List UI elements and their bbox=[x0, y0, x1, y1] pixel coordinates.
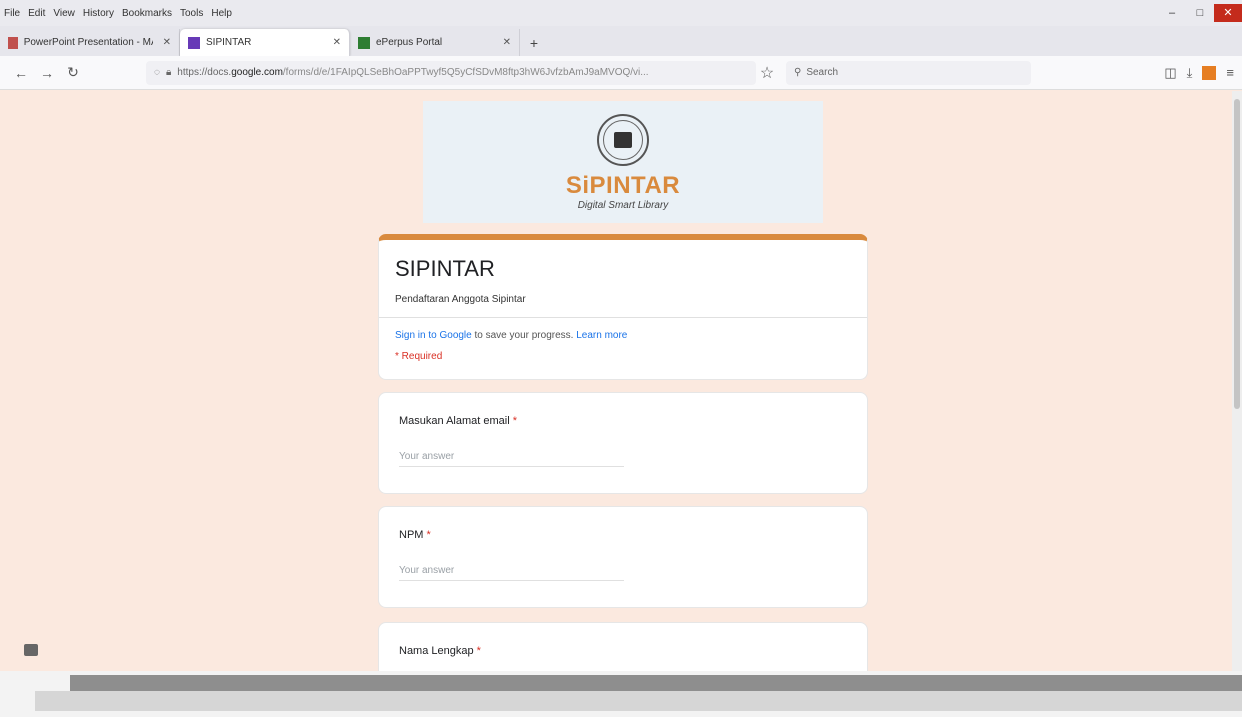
url-prefix: https://docs. bbox=[177, 67, 232, 78]
question-label: NPM * bbox=[379, 507, 867, 541]
menu-view[interactable]: View bbox=[53, 8, 75, 19]
library-seal-icon bbox=[597, 113, 649, 166]
required-star: * bbox=[426, 529, 431, 541]
taskbar-area bbox=[0, 671, 1242, 717]
menu-bookmarks[interactable]: Bookmarks bbox=[122, 8, 172, 19]
pocket-icon[interactable]: ◫ bbox=[1164, 65, 1176, 81]
scrollbar-thumb[interactable] bbox=[1234, 99, 1240, 409]
tab-eperpus[interactable]: ePerpus Portal ✕ bbox=[350, 29, 520, 56]
brand-tagline: Digital Smart Library bbox=[577, 199, 669, 211]
email-input[interactable]: Your answer bbox=[399, 451, 624, 467]
search-icon: ⚲ bbox=[794, 67, 802, 78]
close-tab-icon[interactable]: ✕ bbox=[493, 37, 511, 48]
form-header-card: SIPINTAR Pendaftaran Anggota Sipintar Si… bbox=[378, 234, 868, 380]
menu-file[interactable]: File bbox=[4, 8, 20, 19]
question-text: NPM bbox=[399, 529, 424, 541]
minimize-icon[interactable]: – bbox=[1158, 7, 1186, 19]
signin-text: to save your progress. bbox=[471, 330, 574, 341]
page-content: SiPINTAR Digital Smart Library SIPINTAR … bbox=[0, 91, 1232, 671]
tab-bar: PowerPoint Presentation - MAKALA ✕ SIPIN… bbox=[0, 26, 1242, 56]
taskbar-shadow bbox=[35, 691, 1242, 711]
menu-bar: File Edit View History Bookmarks Tools H… bbox=[0, 0, 1242, 26]
browser-window: File Edit View History Bookmarks Tools H… bbox=[0, 0, 1242, 717]
question-label: Nama Lengkap * bbox=[379, 623, 867, 657]
search-placeholder: Search bbox=[806, 67, 839, 78]
download-icon[interactable]: ⤓ bbox=[1187, 65, 1193, 81]
tab-label: PowerPoint Presentation - MAKALA bbox=[23, 37, 153, 48]
taskbar bbox=[70, 675, 1242, 691]
forward-icon[interactable]: → bbox=[34, 60, 60, 86]
menu-hamburger-icon[interactable]: ≡ bbox=[1226, 65, 1234, 80]
question-card-npm: NPM * Your answer bbox=[378, 506, 868, 608]
tab-sipintar[interactable]: SIPINTAR ✕ bbox=[180, 29, 350, 56]
signin-link[interactable]: Sign in to Google bbox=[395, 330, 472, 341]
form-banner: SiPINTAR Digital Smart Library bbox=[378, 101, 868, 225]
eperpus-icon bbox=[358, 36, 370, 49]
extension-icon[interactable] bbox=[1202, 65, 1217, 80]
banner-image: SiPINTAR Digital Smart Library bbox=[423, 101, 823, 223]
google-forms-icon bbox=[188, 36, 200, 49]
shield-icon[interactable]: ◌ bbox=[154, 67, 160, 78]
learn-more-link[interactable]: Learn more bbox=[576, 330, 627, 341]
question-card-nama: Nama Lengkap * bbox=[378, 622, 868, 671]
address-bar[interactable]: ◌ 🔒︎ https://docs. google.com /forms/d/e… bbox=[146, 60, 756, 85]
url-domain: google.com bbox=[231, 67, 283, 78]
question-label: Masukan Alamat email * bbox=[379, 393, 867, 427]
required-note: * Required bbox=[395, 351, 443, 362]
lock-icon[interactable]: 🔒︎ bbox=[166, 67, 171, 78]
scrollbar[interactable] bbox=[1232, 91, 1242, 671]
tab-label: ePerpus Portal bbox=[376, 37, 443, 48]
reload-icon[interactable]: ↻ bbox=[60, 60, 86, 86]
signin-line: Sign in to Google to save your progress.… bbox=[379, 318, 867, 341]
back-icon[interactable]: ← bbox=[8, 60, 34, 86]
question-card-email: Masukan Alamat email * Your answer bbox=[378, 392, 868, 494]
report-feedback-icon[interactable] bbox=[24, 644, 38, 656]
tab-powerpoint[interactable]: PowerPoint Presentation - MAKALA ✕ bbox=[0, 29, 180, 56]
menu-edit[interactable]: Edit bbox=[28, 8, 45, 19]
menu-help[interactable]: Help bbox=[211, 8, 232, 19]
required-star: * bbox=[476, 645, 481, 657]
new-tab-button[interactable]: + bbox=[520, 29, 548, 56]
bookmark-star-icon[interactable]: ☆ bbox=[756, 63, 778, 83]
npm-input[interactable]: Your answer bbox=[399, 565, 624, 581]
tab-label: SIPINTAR bbox=[206, 37, 252, 48]
close-tab-icon[interactable]: ✕ bbox=[323, 37, 341, 48]
close-window-icon[interactable]: ✕ bbox=[1214, 4, 1242, 22]
question-text: Masukan Alamat email bbox=[399, 415, 510, 427]
menu-history[interactable]: History bbox=[83, 8, 114, 19]
powerpoint-icon bbox=[8, 36, 18, 49]
window-controls: – □ ✕ bbox=[1158, 0, 1242, 26]
close-tab-icon[interactable]: ✕ bbox=[153, 37, 171, 48]
search-box[interactable]: ⚲ Search bbox=[786, 60, 1031, 85]
maximize-icon[interactable]: □ bbox=[1186, 7, 1214, 19]
menu-tools[interactable]: Tools bbox=[180, 8, 203, 19]
required-star: * bbox=[512, 415, 518, 427]
toolbar-right: ◫ ⤓ ≡ bbox=[1164, 65, 1234, 81]
brand-logo-text: SiPINTAR bbox=[565, 171, 681, 199]
navigation-bar: ← → ↻ ◌ 🔒︎ https://docs. google.com /for… bbox=[0, 56, 1242, 90]
url-path: /forms/d/e/1FAIpQLSeBhOaPPTwyf5Q5yCfSDvM… bbox=[282, 67, 649, 78]
question-text: Nama Lengkap bbox=[399, 645, 474, 657]
form-title: SIPINTAR bbox=[395, 256, 495, 281]
form-description: Pendaftaran Anggota Sipintar bbox=[395, 294, 526, 305]
